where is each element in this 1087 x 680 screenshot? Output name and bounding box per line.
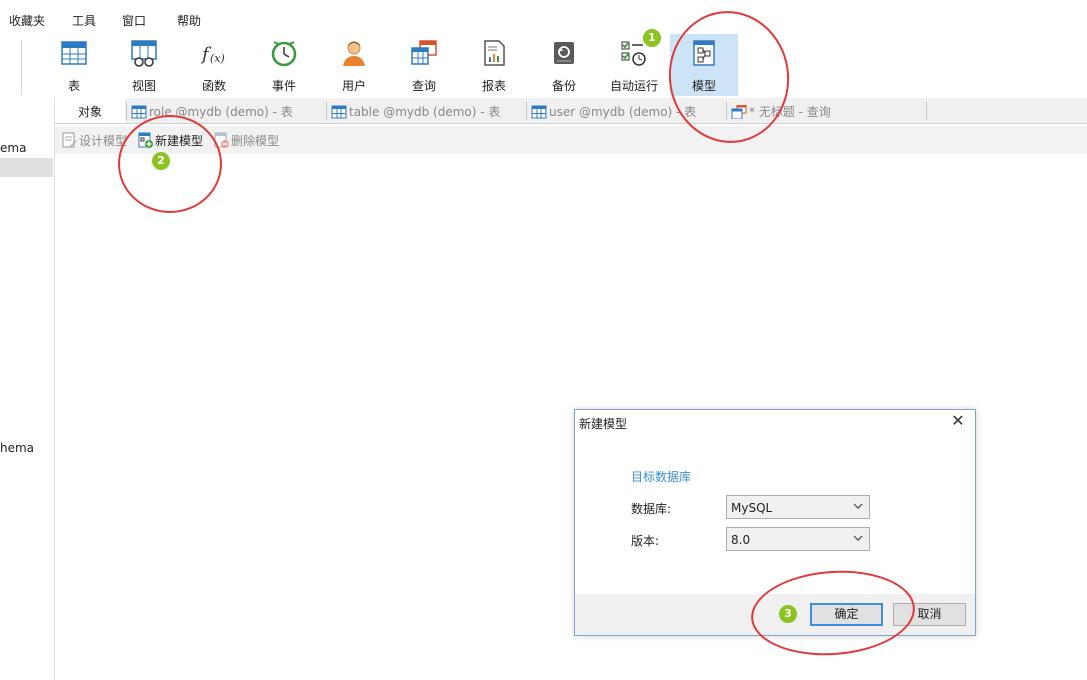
ribbon-label: 函数 xyxy=(201,79,226,93)
function-icon: f (x) xyxy=(200,44,225,65)
annotation-ring-new-model xyxy=(118,115,222,213)
chevron-down-icon xyxy=(853,535,863,541)
version-label: 版本: xyxy=(631,534,660,548)
tab-divider xyxy=(126,102,127,120)
step-badge-3: 3 xyxy=(779,605,797,623)
ribbon-event-button[interactable]: 事件 xyxy=(250,34,318,96)
design-model-button[interactable]: 设计模型 xyxy=(61,132,127,149)
ribbon-user-button[interactable]: 用户 xyxy=(320,34,388,96)
database-label: 数据库: xyxy=(631,502,672,516)
menu-window[interactable]: 窗口 xyxy=(122,12,146,29)
version-select[interactable]: 8.0 xyxy=(726,527,870,551)
sidebar-item-schema-1[interactable]: ema xyxy=(0,141,26,155)
database-select[interactable]: MySQL xyxy=(726,495,870,519)
backup-icon xyxy=(554,42,574,64)
target-database-heading: 目标数据库 xyxy=(631,470,692,484)
tab-label: 对象 xyxy=(77,105,102,119)
tab-divider xyxy=(926,102,927,120)
tab-divider xyxy=(326,102,327,120)
ribbon-table-button[interactable]: 表 xyxy=(40,34,108,96)
design-model-icon xyxy=(62,132,77,148)
ribbon-label: 视图 xyxy=(131,79,156,93)
step-badge-2: 2 xyxy=(152,152,170,170)
ribbon-backup-button[interactable]: 备份 xyxy=(530,34,598,96)
query-icon xyxy=(411,40,437,65)
menu-help[interactable]: 帮助 xyxy=(177,12,201,29)
dialog-title: 新建模型 xyxy=(579,417,628,431)
tab-divider xyxy=(526,102,527,120)
design-model-label: 设计模型 xyxy=(79,134,128,148)
ribbon-label: 表 xyxy=(67,79,80,93)
navigation-sidebar: ema hema xyxy=(0,98,55,680)
view-icon xyxy=(131,40,157,67)
sidebar-selected-row[interactable] xyxy=(0,158,53,177)
table-icon xyxy=(531,105,547,119)
tab-table-table[interactable]: table @mydb (demo) - 表 xyxy=(331,98,500,123)
ribbon-divider xyxy=(21,40,22,95)
ribbon-function-button[interactable]: f (x) 函数 xyxy=(180,34,248,96)
tab-user-table[interactable]: user @mydb (demo) - 表 xyxy=(531,98,696,123)
ribbon-label: 报表 xyxy=(481,79,506,93)
version-select-value: 8.0 xyxy=(731,533,751,547)
ribbon-query-button[interactable]: 查询 xyxy=(390,34,458,96)
chevron-down-icon xyxy=(853,503,863,509)
ribbon-toolbar: 表 视图 f (x) 函数 事件 用户 查询 报表 备份 自动运行 模型 xyxy=(0,32,1087,98)
ribbon-label: 用户 xyxy=(341,79,366,93)
user-icon xyxy=(343,41,365,66)
step-badge-1: 1 xyxy=(643,29,661,47)
report-icon xyxy=(484,40,505,66)
ribbon-label: 事件 xyxy=(271,79,296,93)
event-clock-icon xyxy=(271,41,297,67)
delete-model-label: 删除模型 xyxy=(231,134,280,148)
menu-favorites[interactable]: 收藏夹 xyxy=(9,12,45,29)
ribbon-report-button[interactable]: 报表 xyxy=(460,34,528,96)
ribbon-label: 备份 xyxy=(551,79,576,93)
table-icon xyxy=(61,41,87,65)
table-icon xyxy=(331,105,347,119)
tab-label: user @mydb (demo) - 表 xyxy=(549,105,697,119)
close-icon[interactable]: ✕ xyxy=(949,412,967,430)
tab-label: table @mydb (demo) - 表 xyxy=(349,105,501,119)
delete-model-button[interactable]: 删除模型 xyxy=(213,132,279,149)
svg-text:(x): (x) xyxy=(210,52,225,65)
menu-bar: 收藏夹 工具 窗口 帮助 xyxy=(0,8,1087,32)
ribbon-view-button[interactable]: 视图 xyxy=(110,34,178,96)
database-select-value: MySQL xyxy=(731,501,773,515)
ribbon-label: 查询 xyxy=(411,79,436,93)
menu-tools[interactable]: 工具 xyxy=(72,12,96,29)
tab-bar: 对象 role @mydb (demo) - 表 table @mydb (de… xyxy=(55,98,1087,124)
sidebar-item-schema-2[interactable]: hema xyxy=(0,441,34,455)
ribbon-label: 自动运行 xyxy=(609,79,658,93)
tab-objects[interactable]: 对象 xyxy=(55,98,125,123)
table-icon xyxy=(131,105,147,119)
